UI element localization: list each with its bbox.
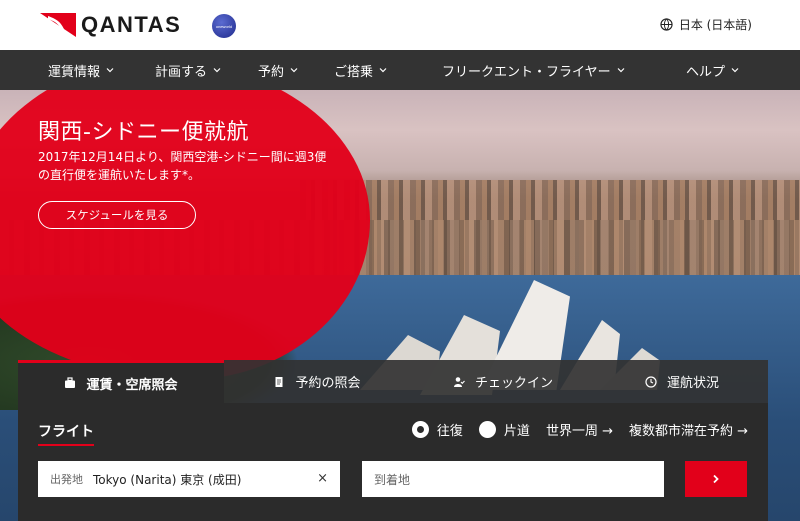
kangaroo-logo-icon — [40, 13, 76, 37]
departure-field[interactable]: 出発地 Tokyo (Narita) 東京 (成田) × — [38, 461, 340, 497]
tab-manage-booking[interactable]: 予約の照会 — [224, 360, 410, 403]
booking-tabs: 運賃・空席照会 予約の照会 チェックイン 運航状況 — [18, 360, 768, 403]
tab-label: 運航状況 — [666, 376, 719, 391]
departure-label: 出発地 — [50, 473, 83, 486]
round-trip-radio[interactable] — [411, 421, 429, 438]
qantas-logo[interactable]: QANTAS — [38, 10, 190, 40]
nav-item-fares[interactable]: 運賃情報 — [48, 50, 114, 90]
nav-item-help[interactable]: ヘルプ — [686, 50, 739, 90]
trip-type-options: 往復 片道 世界一周 → 複数都市滞在予約 → — [411, 420, 748, 439]
chevron-down-icon — [731, 68, 739, 73]
globe-icon — [660, 18, 673, 31]
departure-value: Tokyo (Narita) 東京 (成田) — [93, 472, 242, 487]
clock-icon — [645, 375, 657, 388]
round-the-world-link[interactable]: 世界一周 → — [546, 420, 613, 439]
nav-item-frequent-flyer[interactable]: フリークエント・フライヤー — [442, 50, 625, 90]
tab-fares-availability[interactable]: 運賃・空席照会 — [18, 360, 224, 403]
language-label: 日本 (日本語) — [678, 18, 752, 32]
tab-check-in[interactable]: チェックイン — [410, 360, 596, 403]
tab-label: 運賃・空席照会 — [86, 377, 178, 393]
chevron-down-icon — [106, 68, 114, 73]
nav-item-book[interactable]: 予約 — [258, 50, 298, 90]
round-trip-label[interactable]: 往復 — [437, 420, 463, 439]
nav-item-label: 予約 — [258, 64, 285, 80]
oneworld-logo[interactable]: oneworld — [212, 14, 236, 38]
page: QANTAS oneworld 日本 (日本語) 運賃情報 計画する 予約 ご搭… — [0, 0, 800, 521]
nav-item-label: 運賃情報 — [48, 64, 101, 80]
booking-panel: フライト 往復 片道 世界一周 → 複数都市滞在予約 → 出発地 Tokyo (… — [18, 403, 768, 521]
promo-description: 2017年12月14日より、関西空港-シドニー間に週3便の直行便を運航いたします… — [38, 150, 327, 182]
chevron-down-icon — [379, 68, 387, 73]
clear-departure-button[interactable]: × — [317, 471, 328, 486]
view-schedule-button[interactable]: スケジュールを見る — [38, 201, 196, 229]
suitcase-icon — [65, 377, 76, 388]
chevron-down-icon — [290, 68, 298, 73]
language-selector[interactable]: 日本 (日本語) — [660, 16, 752, 33]
tab-label: 予約の照会 — [295, 376, 361, 391]
logo-wordmark: QANTAS — [81, 12, 182, 37]
arrival-field[interactable]: 到着地 — [362, 461, 664, 497]
nav-item-travel[interactable]: ご搭乗 — [334, 50, 387, 90]
nav-item-plan[interactable]: 計画する — [155, 50, 221, 90]
site-header: QANTAS oneworld 日本 (日本語) — [0, 0, 800, 50]
flight-section-label: フライト — [38, 421, 94, 446]
search-next-button[interactable] — [685, 461, 747, 497]
chevron-down-icon — [213, 68, 221, 73]
multi-city-link[interactable]: 複数都市滞在予約 → — [629, 420, 748, 439]
main-nav: 運賃情報 計画する 予約 ご搭乗 フリークエント・フライヤー ヘルプ — [0, 50, 800, 90]
nav-item-label: ご搭乗 — [334, 64, 374, 80]
nav-item-label: ヘルプ — [686, 64, 726, 80]
person-check-icon — [453, 376, 465, 387]
oneworld-wordmark: oneworld — [215, 23, 233, 29]
tab-flight-status[interactable]: 運航状況 — [596, 360, 768, 403]
radio-selected-dot — [416, 426, 424, 433]
arrival-placeholder: 到着地 — [374, 472, 411, 487]
promo-title: 関西-シドニー便就航 — [38, 120, 249, 145]
document-icon — [275, 376, 283, 387]
chevron-right-icon — [713, 474, 719, 484]
tab-label: チェックイン — [474, 376, 553, 391]
one-way-label[interactable]: 片道 — [504, 420, 530, 439]
chevron-down-icon — [617, 68, 625, 73]
nav-item-label: 計画する — [155, 64, 208, 80]
one-way-radio[interactable] — [478, 421, 496, 438]
nav-item-label: フリークエント・フライヤー — [442, 64, 611, 80]
